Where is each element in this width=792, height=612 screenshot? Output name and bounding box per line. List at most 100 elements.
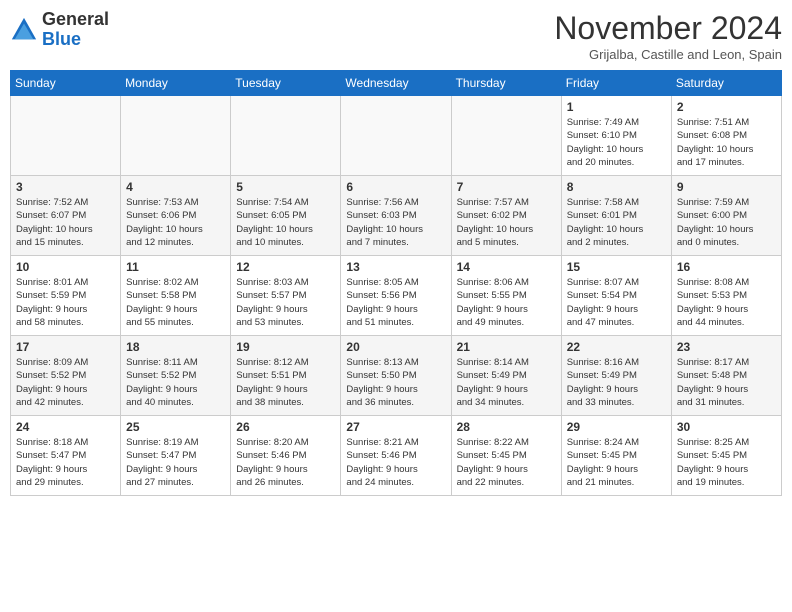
day-number: 20 [346, 340, 445, 354]
calendar-cell: 18 Sunrise: 8:11 AM Sunset: 5:52 PM Dayli… [121, 336, 231, 416]
location-subtitle: Grijalba, Castille and Leon, Spain [554, 47, 782, 62]
calendar-cell: 30Sunrise: 8:25 AM Sunset: 5:45 PM Dayli… [671, 416, 781, 496]
day-info: Sunrise: 8:07 AM Sunset: 5:54 PM Dayligh… [567, 276, 666, 329]
day-number: 18 [126, 340, 225, 354]
calendar-cell [341, 96, 451, 176]
calendar-cell [231, 96, 341, 176]
calendar-week-row: 10 Sunrise: 8:01 AM Sunset: 5:59 PM Dayli… [11, 256, 782, 336]
day-number: 17 [16, 340, 115, 354]
calendar-cell: 24 Sunrise: 8:18 AM Sunset: 5:47 PM Dayli… [11, 416, 121, 496]
calendar-table: SundayMondayTuesdayWednesdayThursdayFrid… [10, 70, 782, 496]
day-number: 9 [677, 180, 776, 194]
day-number: 15 [567, 260, 666, 274]
calendar-cell: 4 Sunrise: 7:53 AM Sunset: 6:06 PM Daylig… [121, 176, 231, 256]
day-header-monday: Monday [121, 71, 231, 96]
calendar-cell: 9 Sunrise: 7:59 AM Sunset: 6:00 PM Daylig… [671, 176, 781, 256]
calendar-cell: 26Sunrise: 8:20 AM Sunset: 5:46 PM Dayli… [231, 416, 341, 496]
calendar-cell: 2 Sunrise: 7:51 AM Sunset: 6:08 PM Daylig… [671, 96, 781, 176]
calendar-cell: 5 Sunrise: 7:54 AM Sunset: 6:05 PM Daylig… [231, 176, 341, 256]
calendar-cell: 21Sunrise: 8:14 AM Sunset: 5:49 PM Dayli… [451, 336, 561, 416]
day-info: Sunrise: 8:06 AM Sunset: 5:55 PM Dayligh… [457, 276, 556, 329]
day-info: Sunrise: 7:49 AM Sunset: 6:10 PM Dayligh… [567, 116, 666, 169]
day-number: 13 [346, 260, 445, 274]
calendar-cell: 8 Sunrise: 7:58 AM Sunset: 6:01 PM Daylig… [561, 176, 671, 256]
day-number: 24 [16, 420, 115, 434]
day-info: Sunrise: 8:05 AM Sunset: 5:56 PM Dayligh… [346, 276, 445, 329]
calendar-cell: 14 Sunrise: 8:06 AM Sunset: 5:55 PM Dayli… [451, 256, 561, 336]
day-info: Sunrise: 8:13 AM Sunset: 5:50 PM Dayligh… [346, 356, 445, 409]
day-info: Sunrise: 8:12 AM Sunset: 5:51 PM Dayligh… [236, 356, 335, 409]
day-number: 1 [567, 100, 666, 114]
logo: General Blue [10, 10, 109, 50]
calendar-cell: 17 Sunrise: 8:09 AM Sunset: 5:52 PM Dayli… [11, 336, 121, 416]
day-number: 30 [677, 420, 776, 434]
day-info: Sunrise: 8:18 AM Sunset: 5:47 PM Dayligh… [16, 436, 115, 489]
calendar-cell: 3 Sunrise: 7:52 AM Sunset: 6:07 PM Daylig… [11, 176, 121, 256]
calendar-week-row: 24 Sunrise: 8:18 AM Sunset: 5:47 PM Dayli… [11, 416, 782, 496]
day-number: 8 [567, 180, 666, 194]
day-info: Sunrise: 7:56 AM Sunset: 6:03 PM Dayligh… [346, 196, 445, 249]
calendar-cell: 7Sunrise: 7:57 AM Sunset: 6:02 PM Daylig… [451, 176, 561, 256]
calendar-cell: 12 Sunrise: 8:03 AM Sunset: 5:57 PM Dayli… [231, 256, 341, 336]
calendar-cell: 1 Sunrise: 7:49 AM Sunset: 6:10 PM Daylig… [561, 96, 671, 176]
calendar-cell: 11Sunrise: 8:02 AM Sunset: 5:58 PM Dayli… [121, 256, 231, 336]
day-info: Sunrise: 8:14 AM Sunset: 5:49 PM Dayligh… [457, 356, 556, 409]
day-number: 19 [236, 340, 335, 354]
logo-general-text: General [42, 9, 109, 29]
day-info: Sunrise: 8:17 AM Sunset: 5:48 PM Dayligh… [677, 356, 776, 409]
day-info: Sunrise: 7:51 AM Sunset: 6:08 PM Dayligh… [677, 116, 776, 169]
day-number: 2 [677, 100, 776, 114]
day-number: 23 [677, 340, 776, 354]
day-header-wednesday: Wednesday [341, 71, 451, 96]
day-info: Sunrise: 8:01 AM Sunset: 5:59 PM Dayligh… [16, 276, 115, 329]
calendar-cell: 13 Sunrise: 8:05 AM Sunset: 5:56 PM Dayli… [341, 256, 451, 336]
month-title: November 2024 [554, 10, 782, 47]
day-info: Sunrise: 7:58 AM Sunset: 6:01 PM Dayligh… [567, 196, 666, 249]
calendar-cell: 15 Sunrise: 8:07 AM Sunset: 5:54 PM Dayli… [561, 256, 671, 336]
calendar-cell: 27Sunrise: 8:21 AM Sunset: 5:46 PM Dayli… [341, 416, 451, 496]
day-number: 12 [236, 260, 335, 274]
day-number: 22 [567, 340, 666, 354]
day-info: Sunrise: 8:21 AM Sunset: 5:46 PM Dayligh… [346, 436, 445, 489]
day-header-tuesday: Tuesday [231, 71, 341, 96]
calendar-cell: 20 Sunrise: 8:13 AM Sunset: 5:50 PM Dayli… [341, 336, 451, 416]
day-number: 4 [126, 180, 225, 194]
calendar-cell: 22 Sunrise: 8:16 AM Sunset: 5:49 PM Dayli… [561, 336, 671, 416]
day-info: Sunrise: 8:19 AM Sunset: 5:47 PM Dayligh… [126, 436, 225, 489]
calendar-cell [121, 96, 231, 176]
day-info: Sunrise: 8:09 AM Sunset: 5:52 PM Dayligh… [16, 356, 115, 409]
day-info: Sunrise: 8:20 AM Sunset: 5:46 PM Dayligh… [236, 436, 335, 489]
day-info: Sunrise: 8:11 AM Sunset: 5:52 PM Dayligh… [126, 356, 225, 409]
logo-icon [10, 16, 38, 44]
day-number: 25 [126, 420, 225, 434]
day-header-thursday: Thursday [451, 71, 561, 96]
calendar-cell [11, 96, 121, 176]
day-number: 6 [346, 180, 445, 194]
day-header-saturday: Saturday [671, 71, 781, 96]
day-info: Sunrise: 8:08 AM Sunset: 5:53 PM Dayligh… [677, 276, 776, 329]
day-number: 3 [16, 180, 115, 194]
calendar-week-row: 17 Sunrise: 8:09 AM Sunset: 5:52 PM Dayli… [11, 336, 782, 416]
calendar-cell: 25 Sunrise: 8:19 AM Sunset: 5:47 PM Dayli… [121, 416, 231, 496]
day-info: Sunrise: 7:53 AM Sunset: 6:06 PM Dayligh… [126, 196, 225, 249]
day-info: Sunrise: 8:03 AM Sunset: 5:57 PM Dayligh… [236, 276, 335, 329]
day-info: Sunrise: 7:59 AM Sunset: 6:00 PM Dayligh… [677, 196, 776, 249]
day-number: 5 [236, 180, 335, 194]
day-info: Sunrise: 7:54 AM Sunset: 6:05 PM Dayligh… [236, 196, 335, 249]
day-number: 14 [457, 260, 556, 274]
calendar-cell: 29Sunrise: 8:24 AM Sunset: 5:45 PM Dayli… [561, 416, 671, 496]
calendar-week-row: 1 Sunrise: 7:49 AM Sunset: 6:10 PM Daylig… [11, 96, 782, 176]
day-info: Sunrise: 7:52 AM Sunset: 6:07 PM Dayligh… [16, 196, 115, 249]
day-number: 16 [677, 260, 776, 274]
day-info: Sunrise: 8:16 AM Sunset: 5:49 PM Dayligh… [567, 356, 666, 409]
day-number: 28 [457, 420, 556, 434]
calendar-cell: 6 Sunrise: 7:56 AM Sunset: 6:03 PM Daylig… [341, 176, 451, 256]
logo-blue-text: Blue [42, 29, 81, 49]
calendar-week-row: 3 Sunrise: 7:52 AM Sunset: 6:07 PM Daylig… [11, 176, 782, 256]
calendar-cell: 10 Sunrise: 8:01 AM Sunset: 5:59 PM Dayli… [11, 256, 121, 336]
day-info: Sunrise: 8:24 AM Sunset: 5:45 PM Dayligh… [567, 436, 666, 489]
day-info: Sunrise: 8:02 AM Sunset: 5:58 PM Dayligh… [126, 276, 225, 329]
day-number: 7 [457, 180, 556, 194]
title-block: November 2024 Grijalba, Castille and Leo… [554, 10, 782, 62]
day-number: 10 [16, 260, 115, 274]
